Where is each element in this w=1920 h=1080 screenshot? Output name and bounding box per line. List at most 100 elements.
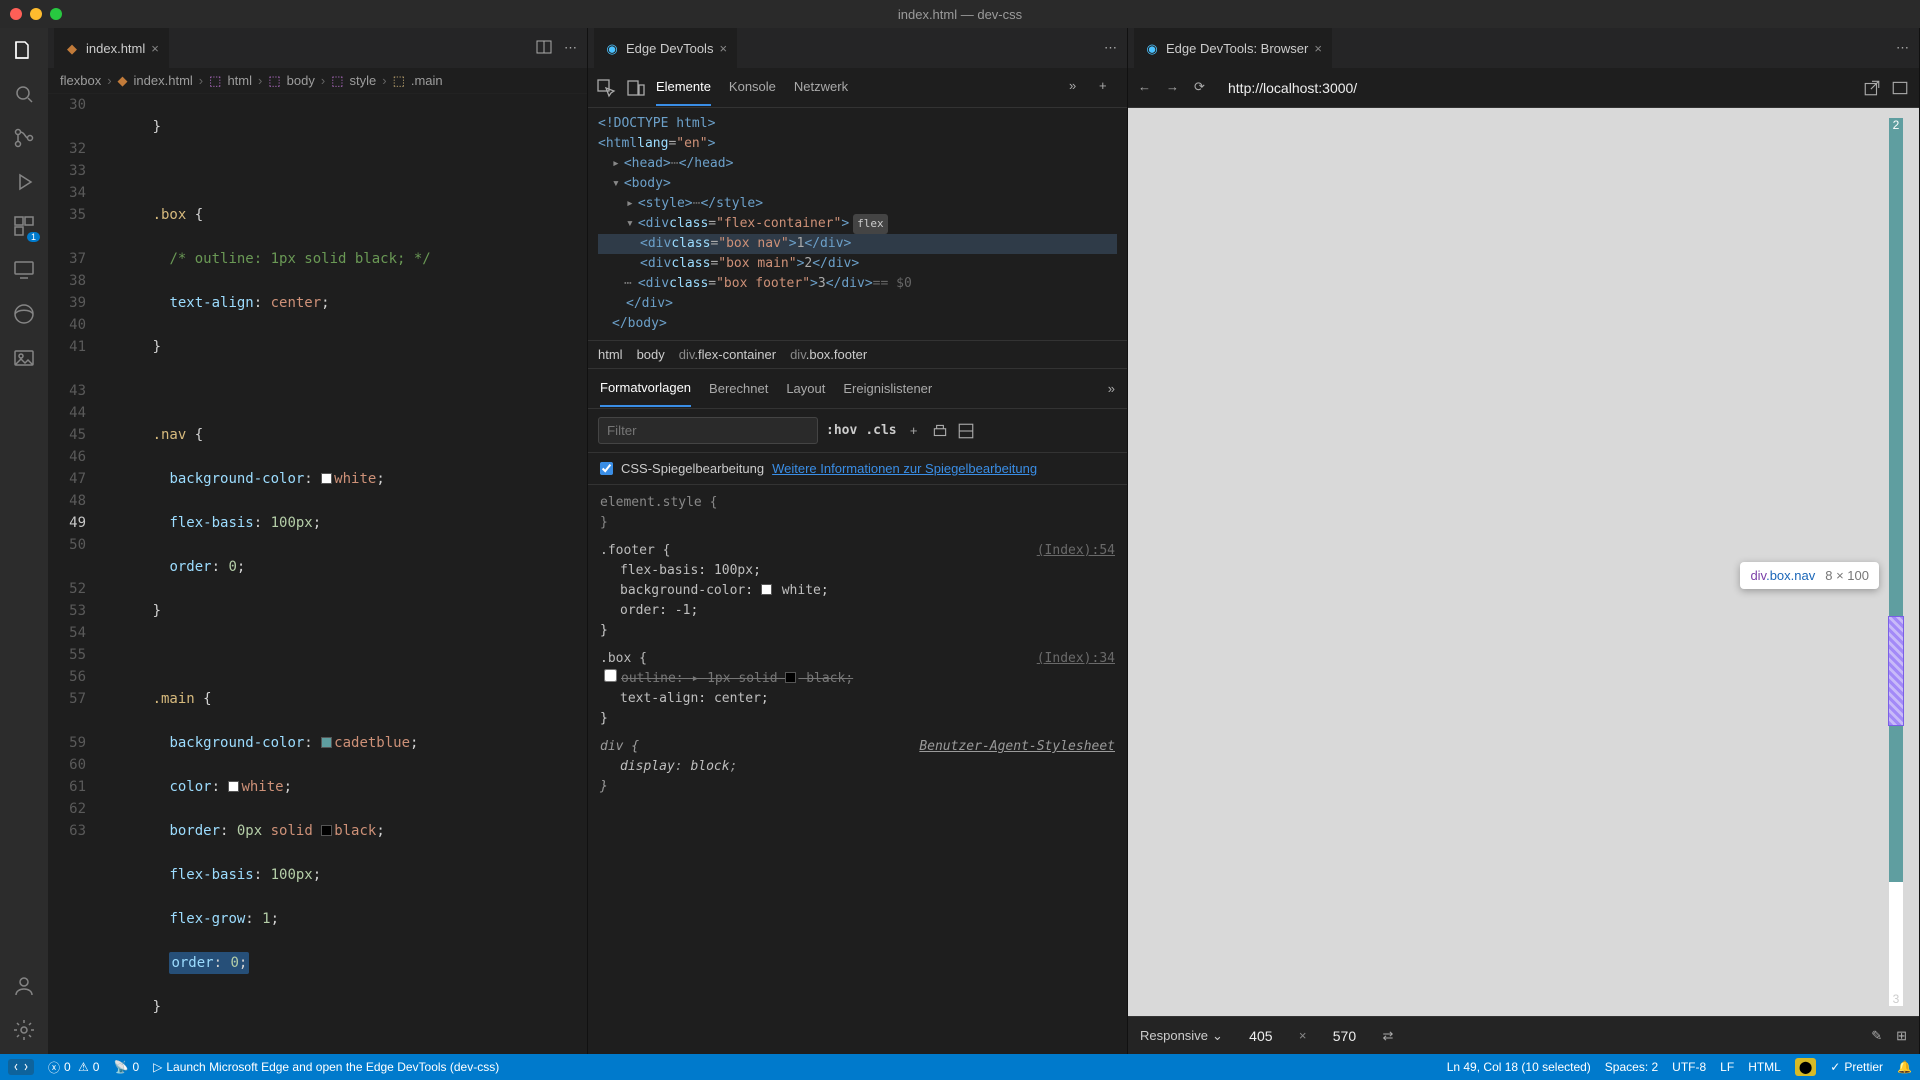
rotate-icon[interactable]: ⇄ xyxy=(1382,1028,1393,1044)
split-editor-icon[interactable] xyxy=(532,35,556,62)
status-eol[interactable]: LF xyxy=(1720,1060,1734,1074)
status-go-live[interactable]: ⬤ xyxy=(1795,1058,1816,1076)
dom-tree[interactable]: <!DOCTYPE html> <html lang="en"> ▸<head>… xyxy=(588,108,1127,340)
search-icon[interactable] xyxy=(10,80,38,108)
tab-styles[interactable]: Formatvorlagen xyxy=(600,370,691,407)
status-launch-msg[interactable]: ▷ Launch Microsoft Edge and open the Edg… xyxy=(153,1060,499,1074)
ellipsis-icon[interactable]: ⋯ xyxy=(624,274,632,294)
explorer-icon[interactable] xyxy=(10,36,38,64)
breadcrumb-item[interactable]: index.html xyxy=(134,73,193,88)
more-tabs-icon[interactable]: » xyxy=(1069,78,1089,98)
inspect-element-icon[interactable] xyxy=(596,78,616,98)
device-toggle-icon[interactable] xyxy=(626,78,646,98)
rule-footer[interactable]: .footer { xyxy=(600,543,670,558)
viewport-width-input[interactable] xyxy=(1237,1028,1285,1044)
edge-tools-icon[interactable] xyxy=(10,300,38,328)
breadcrumb-item[interactable]: body xyxy=(287,73,315,88)
status-spaces[interactable]: Spaces: 2 xyxy=(1605,1060,1658,1074)
crumb-html[interactable]: html xyxy=(598,347,623,362)
source-link[interactable]: (Index):34 xyxy=(1037,649,1115,669)
activity-bar: 1 xyxy=(0,28,48,1054)
caret-right-icon[interactable]: ▸ xyxy=(612,154,620,174)
dom-node-main[interactable]: <div class="box main">2</div> xyxy=(598,254,1117,274)
code-content[interactable]: } .box { /* outline: 1px solid black; */… xyxy=(102,94,587,1054)
viewport-height-input[interactable] xyxy=(1320,1028,1368,1044)
maximize-window-icon[interactable] xyxy=(50,8,62,20)
close-icon[interactable]: × xyxy=(1314,41,1322,56)
element-style-selector[interactable]: element.style { xyxy=(600,495,717,510)
breadcrumb-item[interactable]: .main xyxy=(411,73,443,88)
browser-viewport[interactable]: 2 3 div.box.nav 8 × 100 xyxy=(1128,108,1919,1016)
add-tab-icon[interactable]: + xyxy=(1099,78,1119,98)
cls-toggle[interactable]: .cls xyxy=(865,423,896,438)
preview-box-main: 2 xyxy=(1889,118,1903,882)
open-external-icon[interactable] xyxy=(1863,79,1881,97)
back-icon[interactable]: ← xyxy=(1138,79,1156,97)
close-icon[interactable]: × xyxy=(151,41,159,56)
breadcrumb-item[interactable]: style xyxy=(349,73,376,88)
status-cursor[interactable]: Ln 49, Col 18 (10 selected) xyxy=(1447,1060,1591,1074)
status-ports[interactable]: 📡 0 xyxy=(113,1060,139,1074)
more-actions-icon[interactable]: ⋯ xyxy=(1892,36,1913,60)
tab-edge-browser[interactable]: ◉ Edge DevTools: Browser × xyxy=(1134,28,1332,68)
minimize-window-icon[interactable] xyxy=(30,8,42,20)
mirror-link[interactable]: Weitere Informationen zur Spiegelbearbei… xyxy=(772,461,1037,476)
status-encoding[interactable]: UTF-8 xyxy=(1672,1060,1706,1074)
tab-eventlisteners[interactable]: Ereignislistener xyxy=(843,371,932,406)
caret-right-icon[interactable]: ▸ xyxy=(626,194,634,214)
breadcrumb-item[interactable]: flexbox xyxy=(60,73,101,88)
status-errors[interactable]: ⓧ 0 ⚠ 0 xyxy=(48,1059,99,1076)
status-prettier[interactable]: ✓ Prettier xyxy=(1830,1060,1883,1074)
more-actions-icon[interactable]: ⋯ xyxy=(1100,36,1121,60)
breadcrumb-item[interactable]: html xyxy=(227,73,252,88)
forward-icon[interactable]: → xyxy=(1166,79,1184,97)
close-icon[interactable]: × xyxy=(719,41,727,56)
tab-console[interactable]: Konsole xyxy=(729,69,776,106)
tab-layout[interactable]: Layout xyxy=(786,371,825,406)
url-bar[interactable]: http://localhost:3000/ xyxy=(1222,76,1853,100)
eyedropper-icon[interactable]: ✎ xyxy=(1871,1028,1882,1044)
source-link[interactable]: (Index):54 xyxy=(1037,541,1115,561)
more-style-tabs-icon[interactable]: » xyxy=(1108,371,1115,406)
rule-enable-checkbox[interactable] xyxy=(604,669,617,682)
filter-input[interactable] xyxy=(598,417,818,444)
more-actions-icon[interactable]: ⋯ xyxy=(560,36,581,60)
remote-explorer-icon[interactable] xyxy=(10,256,38,284)
status-language[interactable]: HTML xyxy=(1748,1060,1781,1074)
crumb-body[interactable]: body xyxy=(637,347,665,362)
dom-breadcrumb[interactable]: html body div.flex-container div.box.foo… xyxy=(588,340,1127,369)
status-notifications-icon[interactable]: 🔔 xyxy=(1897,1060,1912,1074)
extensions-icon[interactable]: 1 xyxy=(10,212,38,240)
breadcrumb[interactable]: flexbox› ◆index.html› ⬚html› ⬚body› ⬚sty… xyxy=(48,68,587,94)
run-debug-icon[interactable] xyxy=(10,168,38,196)
toggle-print-icon[interactable] xyxy=(931,422,949,440)
viewport-settings-icon[interactable]: ⊞ xyxy=(1896,1028,1907,1044)
source-control-icon[interactable] xyxy=(10,124,38,152)
device-dropdown[interactable]: Responsive ⌄ xyxy=(1140,1028,1223,1044)
rule-box[interactable]: .box { xyxy=(600,651,647,666)
code-editor[interactable]: 30 32333435 3738394041 4344454647484950 … xyxy=(48,94,587,1054)
caret-down-icon[interactable]: ▾ xyxy=(612,174,620,194)
dom-node-nav[interactable]: <div class="box nav">1</div> xyxy=(598,234,1117,254)
style-rules[interactable]: element.style { } (Index):54.footer { fl… xyxy=(588,485,1127,805)
remote-indicator[interactable] xyxy=(8,1059,34,1075)
settings-gear-icon[interactable] xyxy=(10,1016,38,1044)
flex-badge[interactable]: flex xyxy=(853,214,888,234)
new-style-rule-icon[interactable]: + xyxy=(905,422,923,440)
image-preview-icon[interactable] xyxy=(10,344,38,372)
tab-network[interactable]: Netzwerk xyxy=(794,69,848,106)
hov-toggle[interactable]: :hov xyxy=(826,423,857,438)
reload-icon[interactable]: ⟳ xyxy=(1194,79,1212,97)
tab-computed[interactable]: Berechnet xyxy=(709,371,768,406)
dom-node-footer[interactable]: ⋯<div class="box footer">3</div> == $0 xyxy=(598,274,1117,294)
close-window-icon[interactable] xyxy=(10,8,22,20)
tab-index-html[interactable]: ◆ index.html × xyxy=(54,28,169,68)
computed-toggle-icon[interactable] xyxy=(957,422,975,440)
caret-down-icon[interactable]: ▾ xyxy=(626,214,634,234)
browser-toolbar: ← → ⟳ http://localhost:3000/ xyxy=(1128,68,1919,108)
accounts-icon[interactable] xyxy=(10,972,38,1000)
mirror-checkbox[interactable] xyxy=(600,462,613,475)
tab-edge-devtools[interactable]: ◉ Edge DevTools × xyxy=(594,28,737,68)
tab-elements[interactable]: Elemente xyxy=(656,69,711,106)
screencast-toggle-icon[interactable] xyxy=(1891,79,1909,97)
